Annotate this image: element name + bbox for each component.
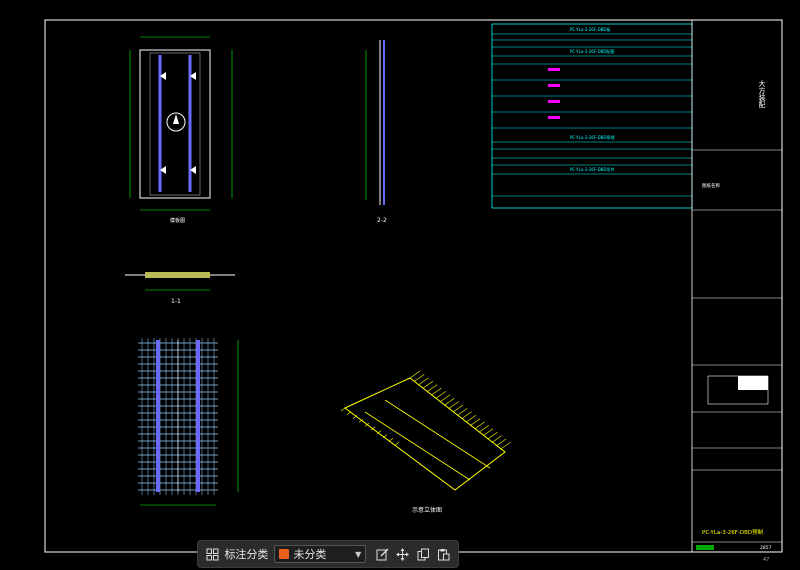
copy-icon[interactable]	[413, 543, 433, 565]
part-code: PC-YLa-3-26F-DBD预制	[702, 528, 764, 536]
svg-text:模板图: 模板图	[170, 217, 185, 224]
corner-number: 47	[763, 557, 769, 563]
sheet-number: 2857	[760, 545, 772, 551]
plan-view: 模板图	[129, 36, 233, 224]
reinforcement-view	[138, 338, 239, 506]
table-title-1: PC-YLa-3-26F-DBD板	[570, 26, 610, 32]
move-icon[interactable]	[393, 543, 413, 565]
category-color-swatch	[279, 549, 290, 559]
table-title-4: PC-YLa-3-26F-DBD吊件	[570, 166, 614, 172]
section-1-1-label: 1-1	[171, 298, 181, 305]
drawing-frame	[44, 19, 783, 553]
grid-icon[interactable]	[202, 543, 222, 565]
section-2-2-label: 2-2	[377, 217, 387, 224]
annotation-category-label: 标注分类	[224, 548, 269, 561]
isometric-label: 示意立体图	[412, 506, 442, 514]
category-select-value: 未分类	[293, 548, 327, 561]
project-label: 图纸名称	[702, 182, 720, 189]
annotation-toolbar: 标注分类 未分类 ▼	[197, 540, 459, 568]
category-select[interactable]: 未分类 ▼	[274, 545, 367, 563]
edit-icon[interactable]	[372, 543, 392, 565]
paste-icon[interactable]	[434, 543, 454, 565]
cad-drawing-canvas[interactable]: 模板图 2-2 1-1 示意立体图 PC-YLa-3-26F-DBD板 PC-Y…	[0, 0, 800, 570]
chevron-down-icon: ▼	[355, 549, 362, 559]
section-2-2: 2-2	[365, 40, 387, 224]
schedule-tables: PC-YLa-3-26F-DBD板 PC-YLa-3-26F-DBD配筋 PC-…	[491, 23, 693, 209]
table-title-2: PC-YLa-3-26F-DBD配筋	[570, 48, 614, 54]
title-block: 大方装配 图纸名称 PC-YLa-3-26F-DBD预制 2857	[691, 20, 782, 552]
isometric-view: 示意立体图	[340, 370, 511, 514]
table-title-3: PC-YLa-3-26F-DBD预埋	[570, 134, 614, 140]
section-1-1: 1-1	[125, 272, 235, 305]
stamp-text: 大方装配	[758, 79, 766, 109]
